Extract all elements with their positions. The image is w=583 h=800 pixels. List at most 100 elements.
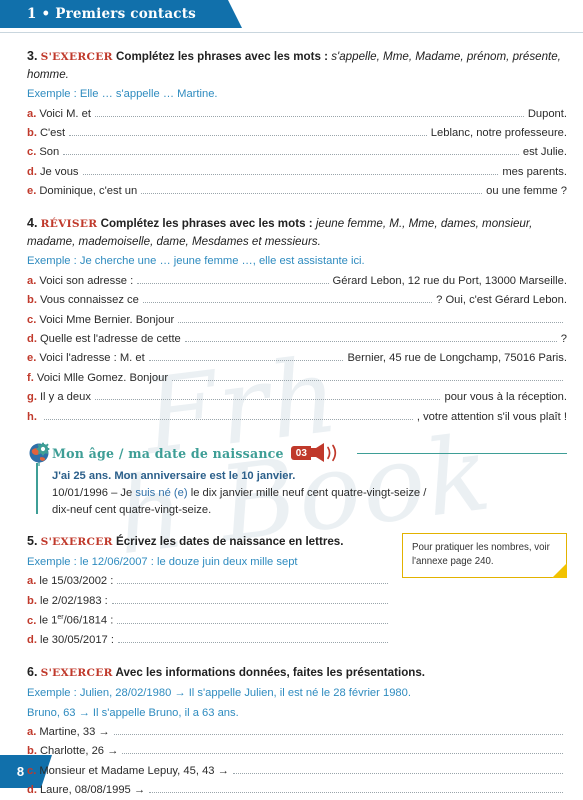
item-text: Voici Mme Bernier. Bonjour bbox=[39, 313, 175, 326]
exercise-5-tag: S'EXERCER bbox=[40, 535, 113, 548]
answer-blank[interactable] bbox=[63, 146, 519, 156]
date-text-rest: le dix janvier mille neuf cent quatre-vi… bbox=[187, 487, 427, 500]
answer-blank[interactable] bbox=[232, 765, 563, 774]
answer-blank[interactable] bbox=[141, 185, 483, 195]
exercise-3: 3. S'EXERCER Complétez les phrases avec … bbox=[0, 47, 583, 200]
list-item: d. Je vous mes parents. bbox=[27, 165, 567, 181]
info-box-header: Mon âge / ma date de naissance 03 bbox=[52, 441, 567, 465]
exercise-3-number: 3. bbox=[27, 49, 38, 63]
list-item: a. Voici M. et Dupont. bbox=[27, 107, 567, 123]
exercise-5-title: 5. S'EXERCER Écrivez les dates de naissa… bbox=[27, 532, 392, 551]
item-text: le 1er/06/1814 : bbox=[39, 613, 114, 627]
exercise-6-number: 6. bbox=[27, 664, 38, 679]
header-divider bbox=[0, 32, 583, 33]
item-tail: , votre attention s'il vous plaît ! bbox=[416, 410, 567, 423]
answer-blank[interactable] bbox=[117, 634, 388, 644]
list-item: a. Martine, 33 → bbox=[27, 725, 567, 741]
textbook-page: Frh h Book 1 • Premiers contacts 3. S'EX… bbox=[0, 0, 583, 800]
item-text: Son bbox=[39, 146, 60, 159]
item-letter: b. bbox=[27, 126, 37, 139]
item-text: Voici M. et bbox=[39, 107, 91, 120]
answer-blank[interactable] bbox=[82, 166, 499, 175]
exercise-3-title: 3. S'EXERCER Complétez les phrases avec … bbox=[27, 47, 567, 83]
exercise-4-tag: RÉVISER bbox=[40, 218, 98, 231]
answer-blank[interactable] bbox=[142, 294, 433, 304]
info-box-rule bbox=[356, 452, 567, 455]
answer-blank[interactable] bbox=[117, 615, 388, 624]
list-item: b. Vous connaissez ce ? Oui, c'est Gérar… bbox=[27, 293, 567, 309]
item-text: Martine, 33 → bbox=[39, 725, 110, 738]
item-tail: Dupont. bbox=[527, 107, 567, 120]
list-item: a. Voici son adresse : Gérard Lebon, 12 … bbox=[27, 274, 567, 290]
annex-callout-text: Pour pratiquer les nombres, voir l'annex… bbox=[412, 541, 550, 568]
item-letter: e. bbox=[27, 352, 37, 365]
answer-blank[interactable] bbox=[43, 411, 413, 420]
item-tail: ? Oui, c'est Gérard Lebon. bbox=[436, 294, 567, 307]
audio-track-number: 03 bbox=[290, 446, 311, 461]
item-tail: mes parents. bbox=[502, 165, 567, 178]
answer-blank[interactable] bbox=[94, 391, 441, 401]
info-box: Mon âge / ma date de naissance 03 J'ai 2… bbox=[27, 441, 567, 517]
answer-blank[interactable] bbox=[148, 352, 344, 362]
list-item: h. , votre attention s'il vous plaît ! bbox=[27, 410, 567, 426]
item-text: Voici l'adresse : M. et bbox=[39, 352, 145, 365]
item-letter: b. bbox=[27, 294, 37, 307]
item-letter: c. bbox=[27, 614, 37, 627]
list-item: a. le 15/03/2002 : bbox=[27, 574, 392, 590]
info-box-detail-line-2: dix-neuf cent quatre-vingt-seize. bbox=[52, 503, 212, 516]
item-tail: est Julie. bbox=[522, 146, 567, 159]
annex-callout: Pour pratiquer les nombres, voir l'annex… bbox=[402, 532, 567, 579]
answer-blank[interactable] bbox=[113, 726, 563, 735]
exercise-6-tag: S'EXERCER bbox=[40, 666, 113, 679]
item-text: Dominique, c'est un bbox=[39, 185, 138, 198]
answer-blank[interactable] bbox=[117, 575, 388, 585]
exercise-4: 4. RÉVISER Complétez les phrases avec le… bbox=[0, 214, 583, 425]
item-tail: Leblanc, notre professeure. bbox=[430, 126, 567, 139]
item-text: Vous connaissez ce bbox=[39, 294, 139, 307]
exercise-3-example: Exemple : Elle … s'appelle … Martine. bbox=[27, 88, 218, 101]
item-text: le 15/03/2002 : bbox=[39, 575, 114, 588]
item-letter: c. bbox=[27, 764, 37, 777]
answer-blank[interactable] bbox=[111, 595, 388, 604]
answer-blank[interactable] bbox=[137, 275, 329, 284]
info-box-title: Mon âge / ma date de naissance bbox=[52, 445, 284, 461]
item-text: Quelle est l'adresse de cette bbox=[39, 332, 181, 345]
item-text: Charlotte, 26 → bbox=[39, 745, 119, 758]
list-item: c. Voici Mme Bernier. Bonjour bbox=[27, 313, 567, 329]
info-box-detail-line-1: 10/01/1996 – Je suis né (e) le dix janvi… bbox=[52, 485, 567, 501]
answer-blank[interactable] bbox=[172, 372, 563, 381]
list-item: c. le 1er/06/1814 : bbox=[27, 613, 392, 630]
answer-blank[interactable] bbox=[122, 745, 563, 755]
item-letter: a. bbox=[27, 575, 37, 588]
answer-blank[interactable] bbox=[178, 314, 563, 323]
globe-gear-icon bbox=[27, 441, 53, 467]
item-letter: d. bbox=[27, 634, 37, 647]
item-letter: a. bbox=[27, 107, 37, 120]
item-text: Monsieur et Madame Lepuy, 45, 43 → bbox=[39, 764, 229, 777]
item-letter: a. bbox=[27, 274, 37, 287]
exercise-6-example-2: Bruno, 63 → Il s'appelle Bruno, il a 63 … bbox=[27, 706, 239, 719]
item-letter: d. bbox=[27, 332, 37, 345]
answer-blank[interactable] bbox=[149, 784, 563, 794]
item-letter: d. bbox=[27, 165, 37, 178]
list-item: f. Voici Mlle Gomez. Bonjour bbox=[27, 371, 567, 387]
item-tail: Bernier, 45 rue de Longchamp, 75016 Pari… bbox=[347, 352, 567, 365]
item-text: le 30/05/2017 : bbox=[39, 634, 114, 647]
list-item: d. Laure, 08/08/1995 → bbox=[27, 783, 567, 799]
item-letter: b. bbox=[27, 745, 37, 758]
item-letter: c. bbox=[27, 146, 37, 159]
item-tail: Gérard Lebon, 12 rue du Port, 13000 Mars… bbox=[332, 274, 567, 287]
exercise-5-instruction: Écrivez les dates de naissance en lettre… bbox=[115, 534, 344, 548]
unit-header-banner: 1 • Premiers contacts bbox=[0, 0, 242, 28]
unit-title: 1 • Premiers contacts bbox=[27, 6, 196, 22]
answer-blank[interactable] bbox=[184, 333, 557, 342]
date-text: 10/01/1996 – Je bbox=[52, 487, 136, 500]
list-item: d. Quelle est l'adresse de cette ? bbox=[27, 332, 567, 348]
answer-blank[interactable] bbox=[94, 108, 524, 117]
list-item: c. Son est Julie. bbox=[27, 145, 567, 161]
audio-track-badge[interactable]: 03 bbox=[290, 443, 345, 463]
item-tail: ou une femme ? bbox=[486, 185, 567, 198]
answer-blank[interactable] bbox=[69, 127, 427, 136]
exercise-4-title: 4. RÉVISER Complétez les phrases avec le… bbox=[27, 214, 567, 250]
exercise-3-instruction: Complétez les phrases avec les mots : bbox=[115, 50, 328, 63]
